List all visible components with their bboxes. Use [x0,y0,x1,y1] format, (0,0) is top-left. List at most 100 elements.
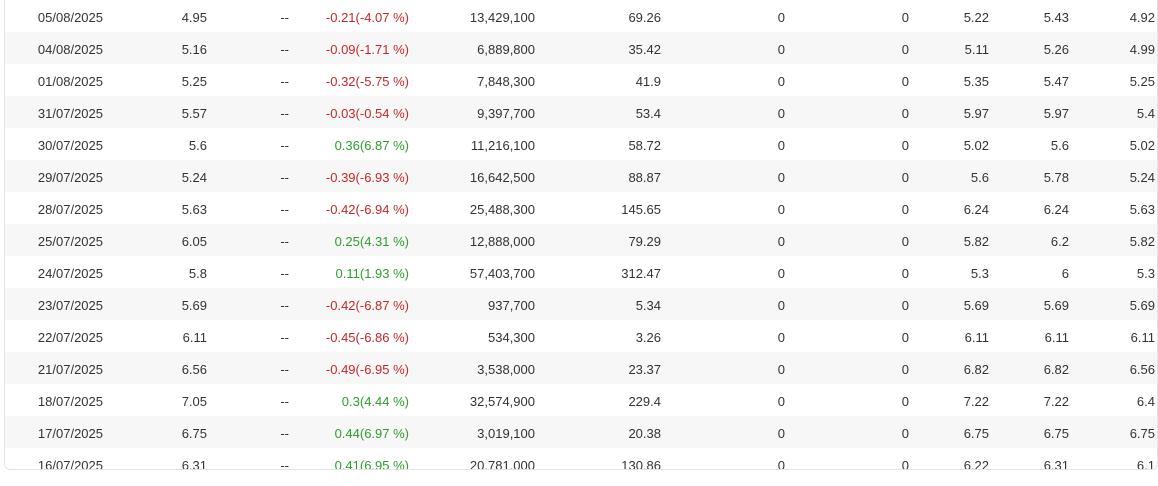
high-price-cell: 6.31 [1043,458,1069,470]
price-change-cell: 0.11(1.93 %) [335,266,409,281]
column-8-cell: 0 [901,330,909,345]
close-price-cell: 6.11 [182,330,207,345]
column-8-cell: 0 [901,106,909,121]
table-row[interactable]: 05/08/2025 4.95 -- -0.21(-4.07 %) 13,429,100… [5,0,1157,32]
column-8-cell: 0 [901,298,909,313]
table-row[interactable]: 18/07/2025 7.05 -- 0.3(4.44 %) 32,574,900 229… [5,384,1157,416]
column-8-cell: 0 [901,458,909,470]
price-change-cell: 0.41(6.95 %) [334,458,409,470]
close-price-cell: 5.69 [181,298,207,313]
table-row[interactable]: 21/07/2025 6.56 -- -0.49(-6.95 %) 3,538,000 2… [5,352,1157,384]
reference-cell: -- [280,74,289,89]
date-cell: 29/07/2025 [37,170,103,185]
reference-cell: -- [280,170,289,185]
trade-value-cell: 58.72 [628,138,661,153]
trade-value-cell: 41.9 [635,74,661,89]
trade-value-cell: 130.86 [621,458,661,470]
price-change-cell: -0.39(-6.93 %) [325,170,409,185]
column-8-cell: 0 [901,426,909,441]
low-price-cell: 6.56 [1129,362,1155,377]
price-history-table: 05/08/2025 4.95 -- -0.21(-4.07 %) 13,429,100… [4,0,1158,470]
low-price-cell: 5.82 [1129,234,1155,249]
high-price-cell: 6.11 [1044,330,1069,345]
reference-cell: -- [280,106,289,121]
date-cell: 28/07/2025 [37,202,103,217]
close-price-cell: 5.24 [181,170,207,185]
volume-cell: 937,700 [488,298,535,313]
table-row[interactable]: 22/07/2025 6.11 -- -0.45(-6.86 %) 534,300 3.2… [5,320,1157,352]
high-price-cell: 5.97 [1043,106,1069,121]
volume-cell: 25,488,300 [469,202,535,217]
price-change-cell: -0.42(-6.94 %) [325,202,409,217]
date-cell: 18/07/2025 [37,394,103,409]
open-price-cell: 6.22 [963,458,989,470]
volume-cell: 16,642,500 [469,170,535,185]
close-price-cell: 5.8 [188,266,207,281]
date-cell: 24/07/2025 [37,266,103,281]
column-8-cell: 0 [901,10,909,25]
volume-cell: 534,300 [488,330,535,345]
open-price-cell: 6.82 [963,362,989,377]
table-row[interactable]: 04/08/2025 5.16 -- -0.09(-1.71 %) 6,889,800 3… [5,32,1157,64]
open-price-cell: 6.11 [964,330,989,345]
high-price-cell: 5.43 [1043,10,1069,25]
reference-cell: -- [280,138,289,153]
column-7-cell: 0 [777,202,785,217]
price-change-cell: 0.25(4.31 %) [334,234,409,249]
table-row[interactable]: 23/07/2025 5.69 -- -0.42(-6.87 %) 937,700 5.3… [5,288,1157,320]
volume-cell: 3,538,000 [477,362,535,377]
reference-cell: -- [280,458,289,470]
column-8-cell: 0 [901,42,909,57]
low-price-cell: 4.99 [1129,42,1155,57]
trade-value-cell: 69.26 [628,10,661,25]
table-row[interactable]: 17/07/2025 6.75 -- 0.44(6.97 %) 3,019,100 20.… [5,416,1157,448]
column-7-cell: 0 [777,426,785,441]
high-price-cell: 5.69 [1043,298,1069,313]
date-cell: 25/07/2025 [37,234,103,249]
trade-value-cell: 23.37 [628,362,661,377]
table-body: 05/08/2025 4.95 -- -0.21(-4.07 %) 13,429,100… [5,0,1157,470]
close-price-cell: 5.63 [181,202,207,217]
trade-value-cell: 88.87 [628,170,661,185]
open-price-cell: 6.24 [963,202,989,217]
date-cell: 17/07/2025 [37,426,103,441]
low-price-cell: 6.1 [1136,458,1155,470]
reference-cell: -- [280,266,289,281]
open-price-cell: 5.35 [963,74,989,89]
low-price-cell: 6.11 [1130,330,1155,345]
column-7-cell: 0 [777,138,785,153]
volume-cell: 7,848,300 [477,74,535,89]
close-price-cell: 4.95 [181,10,207,25]
open-price-cell: 7.22 [963,394,989,409]
table-row[interactable]: 24/07/2025 5.8 -- 0.11(1.93 %) 57,403,700 312… [5,256,1157,288]
table-row[interactable]: 16/07/2025 6.31 -- 0.41(6.95 %) 20,781,000 13… [5,448,1157,470]
table-row[interactable]: 25/07/2025 6.05 -- 0.25(4.31 %) 12,888,000 79… [5,224,1157,256]
close-price-cell: 7.05 [181,394,207,409]
table-row[interactable]: 29/07/2025 5.24 -- -0.39(-6.93 %) 16,642,500… [5,160,1157,192]
column-7-cell: 0 [777,10,785,25]
reference-cell: -- [280,202,289,217]
table-row[interactable]: 01/08/2025 5.25 -- -0.32(-5.75 %) 7,848,300 4… [5,64,1157,96]
price-change-cell: 0.44(6.97 %) [334,426,409,441]
low-price-cell: 4.92 [1129,10,1155,25]
column-7-cell: 0 [777,170,785,185]
low-price-cell: 5.02 [1129,138,1155,153]
high-price-cell: 6.82 [1043,362,1069,377]
column-8-cell: 0 [901,266,909,281]
close-price-cell: 5.16 [181,42,207,57]
close-price-cell: 6.75 [181,426,207,441]
reference-cell: -- [280,234,289,249]
reference-cell: -- [280,330,289,345]
high-price-cell: 5.6 [1050,138,1069,153]
table-row[interactable]: 31/07/2025 5.57 -- -0.03(-0.54 %) 9,397,700 5… [5,96,1157,128]
price-change-cell: -0.42(-6.87 %) [325,298,409,313]
low-price-cell: 5.63 [1129,202,1155,217]
table-row[interactable]: 28/07/2025 5.63 -- -0.42(-6.94 %) 25,488,300… [5,192,1157,224]
trade-value-cell: 3.26 [635,330,661,345]
reference-cell: -- [280,362,289,377]
table-row[interactable]: 30/07/2025 5.6 -- 0.36(6.87 %) 11,216,100 58.… [5,128,1157,160]
column-8-cell: 0 [901,202,909,217]
trade-value-cell: 20.38 [628,426,661,441]
column-7-cell: 0 [777,106,785,121]
volume-cell: 11,216,100 [470,138,535,153]
